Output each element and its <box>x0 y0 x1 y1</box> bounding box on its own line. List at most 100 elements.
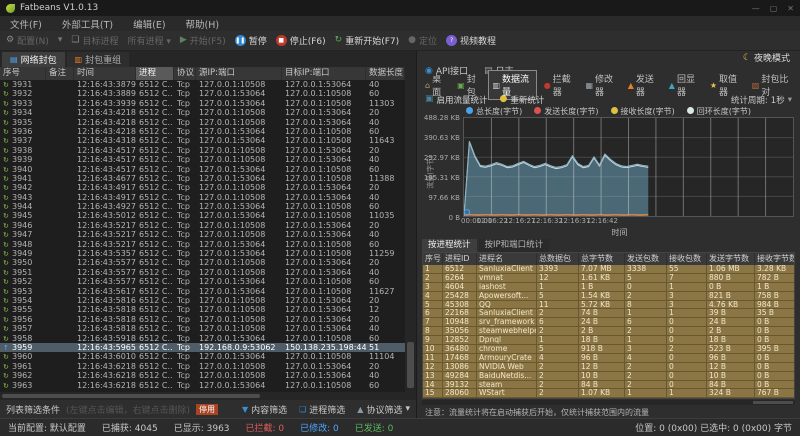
filter-disabled-badge[interactable]: 停用 <box>196 403 219 415</box>
packet-row[interactable]: ↻ 3963 12:16:43:6218 6512 C.. Tcp 127.0.0.1:5… <box>0 381 405 390</box>
toolbar-button-pause[interactable]: ❚❚ 暂停 <box>234 34 267 47</box>
process-row[interactable]: 10 36480 chrome 5 918 B 3 2 523 B 395 B <box>423 345 794 354</box>
packet-row[interactable]: ↻ 3955 12:16:43:5818 6512 C.. Tcp 127.0.0.1:1… <box>0 305 405 314</box>
chevron-down-icon[interactable]: ▾ <box>788 95 792 105</box>
packet-row[interactable]: ↻ 3953 12:16:43:5617 6512 C.. Tcp 127.0.0.1:5… <box>0 287 405 296</box>
packet-row[interactable]: ↻ 3933 12:16:43:3939 6512 C.. Tcp 127.0.0.1:5… <box>0 99 405 108</box>
packet-row[interactable]: ↻ 3960 12:16:43:6010 6512 C.. Tcp 127.0.0.1:5… <box>0 352 405 361</box>
packet-row[interactable]: ↻ 3951 12:16:43:5577 6512 C.. Tcp 127.0.0.1:1… <box>0 268 405 277</box>
filter-edit-hint[interactable]: (左键点击编辑，右键点击删除) <box>66 403 190 416</box>
chevron-down-icon[interactable]: ▾ <box>405 404 410 414</box>
protocol-filter-button[interactable]: ▲ 协议筛选 ▾ <box>357 403 410 416</box>
process-row[interactable]: 9 12852 Dpnql 1 18 B 1 0 18 B0 B <box>423 336 794 346</box>
process-row[interactable]: 5 45308 QQ 11 5.72 KB 8 3 4.76 KB 984 B <box>423 300 794 310</box>
process-row[interactable]: 15 28060 WStart 2 1.07 KB 1 1 324 B 767 B <box>423 389 794 398</box>
process-header-cell-8[interactable]: 接收字节数 <box>755 253 794 265</box>
process-row[interactable]: 7 10948 srv_framework 6 24 B 6 0 24 B0 B <box>423 318 794 328</box>
toolbar-button-video-tutorial[interactable]: ? 视频教程 <box>446 34 496 47</box>
packet-row[interactable]: ↻ 3954 12:16:43:5816 6512 C.. Tcp 127.0.0.1:1… <box>0 296 405 305</box>
header-cell-5[interactable]: 源IP:端口 <box>196 67 282 80</box>
header-cell-6[interactable]: 目标IP:端口 <box>282 67 366 80</box>
maximize-button[interactable]: ▢ <box>770 4 778 13</box>
header-cell-4[interactable]: 协议 <box>174 67 196 80</box>
tab-label: 网络封包 <box>20 56 57 66</box>
process-header-cell-7[interactable]: 发送字节数 <box>707 253 755 265</box>
menu-item-0[interactable]: 文件(F) <box>10 17 42 31</box>
process-header-cell-0[interactable]: 序号 <box>423 253 443 265</box>
packet-table-vertical-scrollbar[interactable] <box>405 67 416 392</box>
toolbar-button-stop[interactable]: ■ 停止(F6) <box>275 34 326 47</box>
process-header-cell-3[interactable]: 总数据包 <box>537 253 579 265</box>
process-header-cell-6[interactable]: 接收包数 <box>667 253 707 265</box>
packet-row[interactable]: ↻ 3935 12:16:43:4218 6512 C.. Tcp 127.0.0.1:1… <box>0 118 405 127</box>
packet-cell: 127.0.0.1:53064 <box>199 173 266 183</box>
menu-item-2[interactable]: 编辑(E) <box>133 17 165 31</box>
menu-item-1[interactable]: 外部工具(T) <box>62 17 113 31</box>
packet-row[interactable]: ↻ 3957 12:16:43:5818 6512 C.. Tcp 127.0.0.1:1… <box>0 324 405 333</box>
stat-tab-by-ip-port[interactable]: 按IP和端口统计 <box>478 239 550 252</box>
packet-row[interactable]: ↻ 3947 12:16:43:5217 6512 C.. Tcp 127.0.0.1:1… <box>0 230 405 239</box>
packet-row[interactable]: ↻ 3934 12:16:43:4218 6512 C.. Tcp 127.0.0.1:1… <box>0 108 405 117</box>
packet-row[interactable]: ↻ 3949 12:16:43:5357 6512 C.. Tcp 127.0.0.1:5… <box>0 249 405 258</box>
process-row[interactable]: 3 4604 iashost 1 1 B010 B1 B <box>423 282 794 292</box>
scrollbar-thumb[interactable] <box>753 401 793 404</box>
packet-row[interactable]: ↻ 3931 12:16:43:3879 6512 C.. Tcp 127.0.0.1:1… <box>0 80 405 89</box>
packet-row[interactable]: ↻ 3945 12:16:43:5012 6512 C.. Tcp 127.0.0.1:5… <box>0 211 405 220</box>
process-header-cell-4[interactable]: 总字节数 <box>579 253 625 265</box>
process-row[interactable]: 14 39132 steam 2 84 B 2 0 84 B0 B <box>423 380 794 390</box>
process-row[interactable]: 11 17468 ArmouryCrate 4 96 B 4 0 96 B0 B <box>423 353 794 363</box>
process-row[interactable]: 13 49284 BaiduNetdis... 2 10 B 2 0 10 B0 B <box>423 371 794 381</box>
packet-row[interactable]: ↻ 3941 12:16:43:4677 6512 C.. Tcp 127.0.0.1:5… <box>0 174 405 183</box>
tab-network-capture[interactable]: ▤ 网络封包 <box>2 52 65 67</box>
packet-row[interactable]: ↑ 3959 12:16:43:5965 6512 C.. Tcp 192.168.0.9… <box>0 342 405 353</box>
scrollbar-thumb[interactable] <box>2 394 260 398</box>
packet-row[interactable]: ↻ 3942 12:16:43:4917 6512 C.. Tcp 127.0.0.1:1… <box>0 183 405 192</box>
packet-row[interactable]: ↻ 3958 12:16:43:5918 6512 C.. Tcp 127.0.0.1:5… <box>0 334 405 343</box>
close-button[interactable]: ✕ <box>787 4 794 13</box>
packet-row[interactable]: ↻ 3939 12:16:43:4517 6512 C.. Tcp 127.0.0.1:1… <box>0 155 405 164</box>
header-cell-0[interactable]: 序号 <box>0 67 46 80</box>
stats-period-select[interactable]: 1秒 <box>771 94 785 106</box>
enable-traffic-stats-toggle[interactable]: ▣ 启用流量统计 <box>425 94 488 106</box>
header-cell-3[interactable]: 进程 <box>136 67 174 80</box>
process-row[interactable]: 1 6512 SanluxiaClient 3393 7.07 MB 3338 55 1.06… <box>423 265 794 274</box>
packet-row[interactable]: ↻ 3950 12:16:43:5577 6512 C.. Tcp 127.0.0.1:1… <box>0 258 405 267</box>
night-mode-button[interactable]: 夜晚模式 <box>754 51 790 64</box>
process-row[interactable]: 2 6264 vmnat 12 1.61 KB 5 7 880 B 782 B <box>423 273 794 283</box>
packet-row[interactable]: ↻ 3932 12:16:43:3889 6512 C.. Tcp 127.0.0.1:5… <box>0 89 405 98</box>
content-filter-button[interactable]: ▼ 内容筛选 <box>242 403 287 416</box>
packet-table-horizontal-scrollbar[interactable] <box>0 392 416 400</box>
process-filter-button[interactable]: ❏ 进程筛选 <box>299 403 345 416</box>
process-header-cell-2[interactable]: 进程名 <box>477 253 537 265</box>
packet-row[interactable]: ↻ 3948 12:16:43:5217 6512 C.. Tcp 127.0.0.1:5… <box>0 240 405 249</box>
toolbar-button-restart[interactable]: ↻ 重新开始(F7) <box>335 34 399 48</box>
packet-row[interactable]: ↻ 3943 12:16:43:4917 6512 C.. Tcp 127.0.0.1:1… <box>0 193 405 202</box>
process-header-cell-5[interactable]: 发送包数 <box>625 253 667 265</box>
header-cell-7[interactable]: 数据长度 <box>366 67 405 80</box>
packet-row[interactable]: ↻ 3937 12:16:43:4318 6512 C.. Tcp 127.0.0.1:5… <box>0 136 405 145</box>
process-row[interactable]: 12 13086 NVIDIA Web 2 12 B 2 0 12 B0 B <box>423 362 794 372</box>
header-cell-1[interactable]: 备注 <box>46 67 74 80</box>
packet-row[interactable]: ↻ 3940 12:16:43:4517 6512 C.. Tcp 127.0.0.1:5… <box>0 165 405 174</box>
process-row[interactable]: 8 35056 steamwebhelper 2 2 B202 B0 B <box>423 327 794 337</box>
packet-row[interactable]: ↻ 3946 12:16:43:5217 6512 C.. Tcp 127.0.0.1:1… <box>0 221 405 230</box>
packet-row[interactable]: ↻ 3938 12:16:43:4517 6512 C.. Tcp 127.0.0.1:1… <box>0 146 405 155</box>
process-row[interactable]: 6 22168 SanluxiaClient 2 74 B 1 1 39 B 35 B <box>423 309 794 319</box>
packet-row[interactable]: ↻ 3944 12:16:43:4927 6512 C.. Tcp 127.0.0.1:5… <box>0 202 405 211</box>
packet-cell: 127.0.0.1:10508 <box>199 192 266 202</box>
packet-row[interactable]: ↻ 3962 12:16:43:6218 6512 C.. Tcp 127.0.0.1:1… <box>0 371 405 380</box>
header-cell-2[interactable]: 时间 <box>74 67 136 80</box>
process-table-horizontal-scrollbar[interactable] <box>422 400 795 405</box>
stat-tab-by-process[interactable]: 按进程统计 <box>422 239 477 252</box>
process-row[interactable]: 4 25428 Apowersoft... 5 1.54 KB 2 3 821 B 758 B <box>423 291 794 301</box>
packet-row[interactable]: ↻ 3952 12:16:43:5577 6512 C.. Tcp 127.0.0.1:5… <box>0 277 405 286</box>
minimize-button[interactable]: — <box>752 4 760 13</box>
menu-item-3[interactable]: 帮助(H) <box>186 17 220 31</box>
scrollbar-thumb[interactable] <box>407 342 414 388</box>
process-header-cell-1[interactable]: 进程ID <box>443 253 477 265</box>
packet-row[interactable]: ↻ 3956 12:16:43:5818 6512 C.. Tcp 127.0.0.1:1… <box>0 315 405 324</box>
tab-packet-reassembly[interactable]: ▥ 封包重组 <box>66 52 130 67</box>
packet-row[interactable]: ↻ 3961 12:16:43:6218 6512 C.. Tcp 127.0.0.1:1… <box>0 362 405 371</box>
restat-button[interactable]: ● 重新统计 <box>500 94 545 106</box>
packet-row[interactable]: ↻ 3936 12:16:43:4218 6512 C.. Tcp 127.0.0.1:5… <box>0 127 405 136</box>
